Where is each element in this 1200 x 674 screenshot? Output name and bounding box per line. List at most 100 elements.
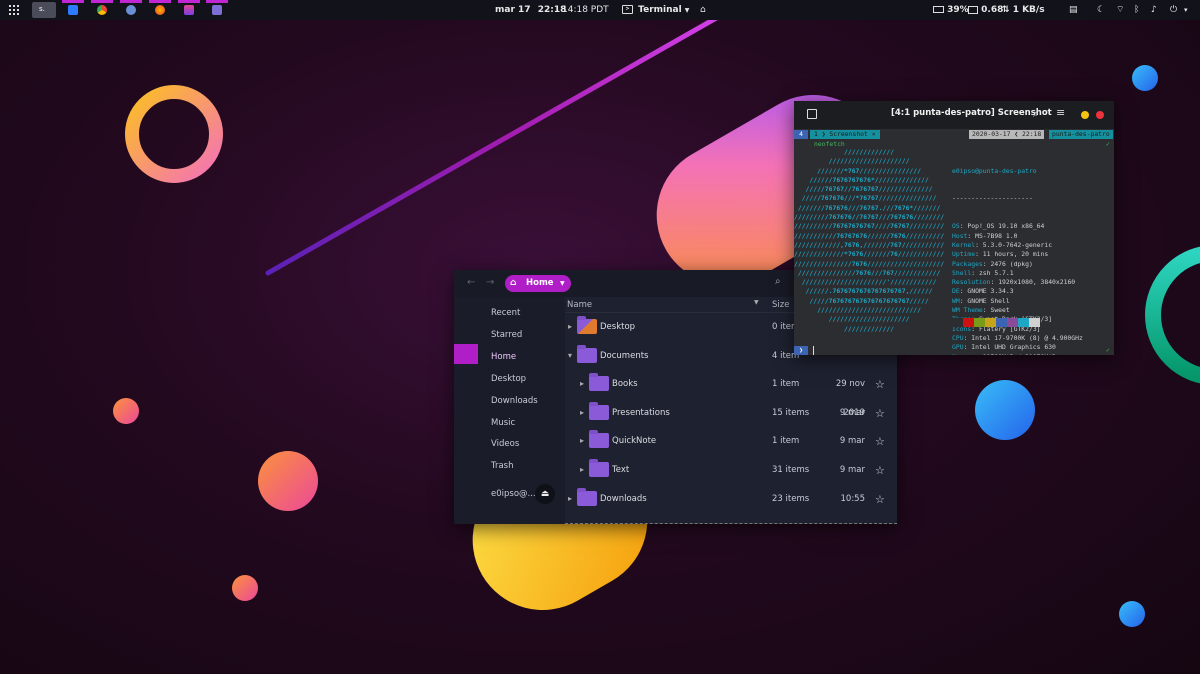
info-value: Pop!_OS 19.10 x86_64 bbox=[967, 222, 1045, 231]
sidebar-item-videos[interactable]: Videos bbox=[478, 433, 565, 455]
sidebar-item-downloads[interactable]: Downloads bbox=[478, 390, 565, 412]
app-grid-icon[interactable] bbox=[9, 0, 21, 20]
location-button-home[interactable]: ⌂ Home ▼ bbox=[505, 275, 571, 292]
minimize-button[interactable] bbox=[1081, 111, 1089, 119]
info-row: Packages: 2476 (dpkg) bbox=[952, 260, 1083, 269]
hamburger-menu-icon[interactable]: ≡ bbox=[1056, 106, 1065, 119]
chromium-icon bbox=[126, 5, 136, 15]
ascii-line: ///////////////7676//////////////////// bbox=[794, 259, 945, 268]
file-size: 1 item bbox=[772, 436, 800, 447]
chevron-down-icon[interactable]: ▾ bbox=[1184, 0, 1188, 20]
star-outline-icon[interactable]: ☆ bbox=[875, 456, 885, 485]
palette-swatch bbox=[985, 318, 996, 327]
expander-icon[interactable]: ▸ bbox=[568, 485, 572, 512]
info-row: Resolution: 1920x1080, 3840x2160 bbox=[952, 278, 1083, 287]
eject-button[interactable]: ⏏ bbox=[535, 484, 555, 504]
dock-app-firefox[interactable] bbox=[149, 0, 171, 18]
folder-icon bbox=[589, 401, 609, 420]
dock-app-ide[interactable] bbox=[178, 0, 200, 18]
file-size: 1 item bbox=[772, 379, 800, 390]
messages-icon bbox=[68, 5, 78, 15]
back-arrow-icon[interactable]: ← bbox=[467, 277, 475, 288]
wifi-icon[interactable]: ⌔ bbox=[1116, 0, 1124, 20]
search-icon[interactable]: ⌕ bbox=[1033, 107, 1039, 121]
info-value: 1920x1080, 3840x2160 bbox=[998, 278, 1076, 287]
column-header-size[interactable]: Size bbox=[772, 298, 789, 312]
ascii-line: ///////767676///76767.///7676*/////// bbox=[794, 203, 941, 212]
info-value: GNOME 3.34.3 bbox=[967, 287, 1014, 296]
workspace-current[interactable]: s. bbox=[32, 2, 56, 18]
star-outline-icon[interactable]: ☆ bbox=[875, 485, 885, 514]
folder-icon bbox=[577, 344, 597, 363]
volume-icon[interactable]: ♪ bbox=[1151, 0, 1157, 20]
folder-icon bbox=[212, 5, 222, 15]
home-icon[interactable]: ⌂ bbox=[700, 0, 706, 20]
star-outline-icon[interactable]: ☆ bbox=[875, 399, 885, 428]
table-row[interactable]: ▸ Presentations 15 items 9 mar ☆ bbox=[565, 399, 897, 428]
ascii-line: ///////////76767676//////7676////////// bbox=[794, 231, 945, 240]
expander-icon[interactable]: ▸ bbox=[580, 399, 584, 426]
bluetooth-icon[interactable]: ᛒ bbox=[1134, 0, 1139, 20]
ascii-line: ///////////// bbox=[794, 324, 895, 333]
separator-line: --------------------- bbox=[952, 194, 1033, 203]
world-clock[interactable]: 14:18 PDT bbox=[562, 0, 609, 20]
app-menu[interactable]: > Terminal ▼ bbox=[622, 0, 689, 20]
ascii-line: ///////////////////// bbox=[794, 157, 910, 166]
info-row: WM Theme: Sweet bbox=[952, 306, 1083, 315]
expander-icon[interactable]: ▸ bbox=[580, 427, 584, 454]
star-outline-icon[interactable]: ☆ bbox=[875, 370, 885, 399]
info-row: Uptime: 11 hours, 20 mins bbox=[952, 250, 1083, 259]
table-row[interactable]: ▸ Books 1 item 29 nov 2019 ☆ bbox=[565, 370, 897, 418]
active-indicator bbox=[206, 0, 228, 3]
forward-arrow-icon[interactable]: → bbox=[486, 277, 494, 288]
info-row: OS: Pop!_OS 19.10 x86_64 bbox=[952, 222, 1083, 231]
net-speed-text: 1 KB/s bbox=[1012, 5, 1045, 15]
info-row: Host: MS-7B98 1.0 bbox=[952, 232, 1083, 241]
date-text: mar 17 bbox=[495, 5, 531, 15]
dock-app-files[interactable] bbox=[206, 0, 228, 18]
column-header-name[interactable]: Name bbox=[567, 298, 592, 312]
expander-open-icon[interactable]: ▾ bbox=[568, 342, 572, 369]
ascii-line: //////.7676767676767676767,////// bbox=[794, 287, 933, 296]
info-colon: : bbox=[967, 231, 976, 240]
clipboard-icon[interactable]: ▤ bbox=[1069, 0, 1078, 20]
dock-app-messages[interactable] bbox=[62, 0, 84, 18]
sidebar-item-home[interactable]: Home bbox=[478, 346, 565, 368]
sidebar-item-trash[interactable]: Trash bbox=[478, 455, 565, 477]
load-indicator[interactable]: 0.68 bbox=[968, 0, 1003, 20]
battery-indicator[interactable]: 39% bbox=[933, 0, 969, 20]
load-text: 0.68 bbox=[981, 5, 1004, 15]
ascii-line: /////767676767676767676767///// bbox=[794, 296, 929, 305]
folder-icon bbox=[589, 430, 609, 449]
terminal-headerbar: [4:1 punta-des-patro] Screenshot ⌕ ≡ bbox=[794, 101, 1114, 129]
expander-icon[interactable]: ▸ bbox=[568, 313, 572, 340]
workspace-label: s. bbox=[39, 5, 45, 13]
table-row[interactable]: ▸ Downloads 23 items 10:55 ☆ bbox=[565, 485, 897, 514]
night-light-icon[interactable]: ☾ bbox=[1097, 0, 1105, 20]
expander-icon[interactable]: ▸ bbox=[580, 370, 584, 397]
terminal-body[interactable]: 4 1 ❯ Screenshot × 2020-03-17 ❮ 22:18 pu… bbox=[794, 129, 1114, 355]
arrows-updown-icon: ⇅ bbox=[1002, 5, 1010, 15]
file-name: Books bbox=[612, 379, 638, 390]
palette-swatch bbox=[1029, 318, 1040, 327]
dock-app-chromium[interactable] bbox=[120, 0, 142, 18]
save-icon[interactable] bbox=[807, 109, 817, 119]
info-colon: : bbox=[971, 268, 979, 277]
close-button[interactable] bbox=[1096, 111, 1104, 119]
power-icon[interactable]: ⏻ bbox=[1170, 0, 1177, 20]
sidebar-item-music[interactable]: Music bbox=[478, 412, 565, 434]
monitor-icon bbox=[968, 5, 978, 14]
table-row[interactable]: ▸ Text 31 items 9 mar ☆ bbox=[565, 456, 897, 485]
sidebar-item-recent[interactable]: Recent bbox=[478, 302, 565, 324]
sidebar-item-starred[interactable]: Starred bbox=[478, 324, 565, 346]
clock[interactable]: mar 17 22:18 bbox=[495, 0, 566, 20]
network-speed[interactable]: ⇅ 1 KB/s bbox=[1002, 0, 1045, 20]
star-outline-icon[interactable]: ☆ bbox=[875, 427, 885, 456]
table-row[interactable]: ▸ QuickNote 1 item 9 mar ☆ bbox=[565, 427, 897, 456]
expander-icon[interactable]: ▸ bbox=[580, 456, 584, 483]
fm-bottom-divider bbox=[565, 523, 897, 524]
dock-app-chrome[interactable] bbox=[91, 0, 113, 18]
sidebar-item-desktop[interactable]: Desktop bbox=[478, 368, 565, 390]
file-name: Text bbox=[612, 465, 630, 475]
search-icon[interactable]: ⌕ bbox=[775, 276, 781, 287]
